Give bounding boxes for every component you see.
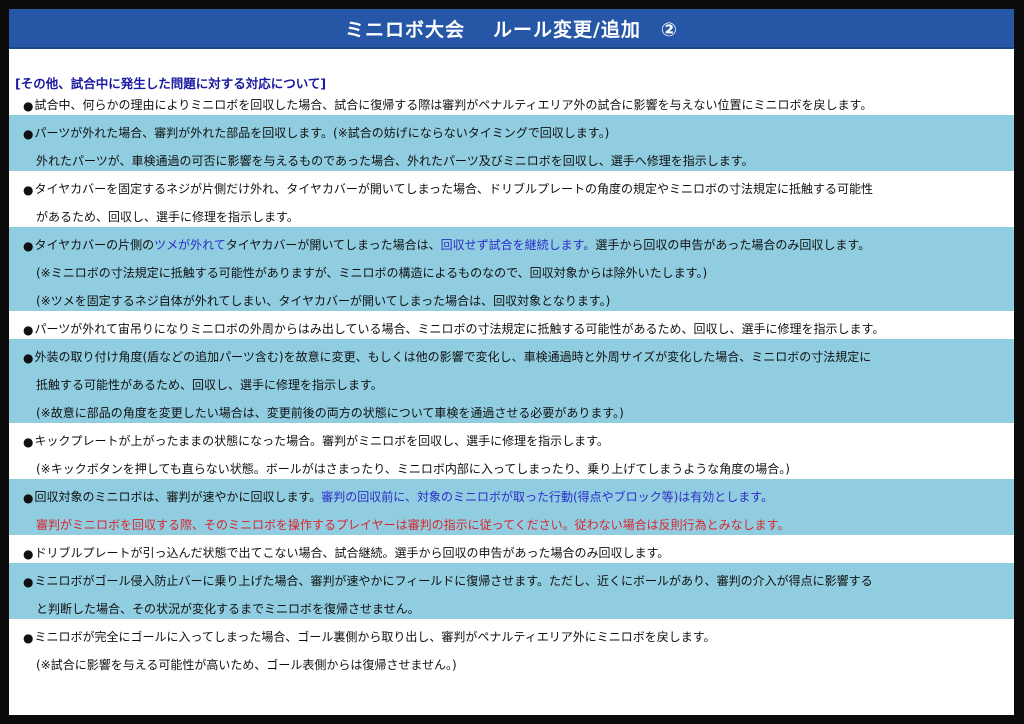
rule-note: (※ツメを固定するネジ自体が外れてしまい、タイヤカバーが開いてしまった場合は、回… <box>36 294 611 308</box>
rule-text: タイヤカバーを固定するネジが片側だけ外れ、タイヤカバーが開いてしまった場合、ドリ… <box>34 182 874 196</box>
rule-highlight: ツメが外れて <box>154 238 226 252</box>
rule-text: パーツが外れて宙吊りになりミニロボの外周からはみ出している場合、ミニロボの寸法規… <box>34 322 885 336</box>
bullet-icon: ● <box>23 183 34 197</box>
rule-item: ● 外装の取り付け角度(盾などの追加パーツ含む)を故意に変更、もしくは他の影響で変… <box>9 339 1014 423</box>
rule-item: ● 試合中、何らかの理由によりミニロボを回収した場合、試合に復帰する際は審判がペナ… <box>9 91 1014 115</box>
rule-note: (※試合に影響を与える可能性が高いため、ゴール表側からは復帰させません。) <box>36 658 457 672</box>
bullet-icon: ● <box>23 351 34 365</box>
rule-text: 抵触する可能性があるため、回収し、選手に修理を指示します。 <box>36 378 383 392</box>
rule-text: があるため、回収し、選手に修理を指示します。 <box>36 210 299 224</box>
rule-note: (※ミニロボの寸法規定に抵触する可能性がありますが、ミニロボの構造によるものなの… <box>36 266 708 280</box>
rule-item: ● キックプレートが上がったままの状態になった場合。審判がミニロボを回収し、選手に… <box>9 423 1014 479</box>
rule-item: ● パーツが外れて宙吊りになりミニロボの外周からはみ出している場合、ミニロボの寸法… <box>9 311 1014 339</box>
rule-text: パーツが外れた場合、審判が外れた部品を回収します。(※試合の妨げにならないタイミ… <box>34 126 610 140</box>
rule-text: 試合中、何らかの理由によりミニロボを回収した場合、試合に復帰する際は審判がペナル… <box>34 98 873 112</box>
rule-text: ドリブルプレートが引っ込んだ状態で出てこない場合、試合継続。選手から回収の申告が… <box>34 546 670 560</box>
rule-item: ● パーツが外れた場合、審判が外れた部品を回収します。(※試合の妨げにならないタイ… <box>9 115 1014 171</box>
bullet-icon: ● <box>23 491 34 505</box>
rule-text: ミニロボがゴール侵入防止バーに乗り上げた場合、審判が速やかにフィールドに復帰させ… <box>34 574 873 588</box>
rule-item: ● ミニロボが完全にゴールに入ってしまった場合、ゴール裏側から取り出し、審判がペナ… <box>9 619 1014 675</box>
rule-item: ● ミニロボがゴール侵入防止バーに乗り上げた場合、審判が速やかにフィールドに復帰さ… <box>9 563 1014 619</box>
bullet-icon: ● <box>23 239 34 253</box>
rule-text: ミニロボが完全にゴールに入ってしまった場合、ゴール裏側から取り出し、審判がペナル… <box>34 630 716 644</box>
rule-text: 選手から回収の申告があった場合のみ回収します。 <box>595 238 871 252</box>
rule-highlight: 回収せず試合を継続します。 <box>440 238 596 252</box>
rule-warning: 審判がミニロボを回収する際、そのミニロボを操作するプレイヤーは審判の指示に従って… <box>36 518 790 532</box>
bullet-icon: ● <box>23 547 34 561</box>
section-heading: [その他、試合中に発生した問題に対する対応について] <box>15 76 327 91</box>
page-subtitle: ルール変更/追加 ② <box>492 18 679 41</box>
rule-text: 外れたパーツが、車検通過の可否に影響を与えるものであった場合、外れたパーツ及びミ… <box>36 154 754 168</box>
rule-text: タイヤカバーが開いてしまった場合は、 <box>225 238 441 252</box>
bullet-icon: ● <box>23 435 34 449</box>
rule-item: ● ドリブルプレートが引っ込んだ状態で出てこない場合、試合継続。選手から回収の申告… <box>9 535 1014 563</box>
rules-page: ミニロボ大会 ルール変更/追加 ② [その他、試合中に発生した問題に対する対応に… <box>9 9 1014 715</box>
rule-note: (※故意に部品の角度を変更したい場合は、変更前後の両方の状態について車検を通過さ… <box>36 406 624 420</box>
rule-item: ● タイヤカバーの片側の ツメが外れて タイヤカバーが開いてしまった場合は、 回収せず試… <box>9 227 1014 311</box>
bullet-icon: ● <box>23 99 34 113</box>
rule-text: タイヤカバーの片側の <box>34 238 155 252</box>
bullet-icon: ● <box>23 127 34 141</box>
rule-item: ● タイヤカバーを固定するネジが片側だけ外れ、タイヤカバーが開いてしまった場合、ド… <box>9 171 1014 227</box>
bullet-icon: ● <box>23 575 34 589</box>
rule-note: (※キックボタンを押しても直らない状態。ボールがはさまったり、ミニロボ内部に入っ… <box>36 462 790 476</box>
bullet-icon: ● <box>23 631 34 645</box>
rule-highlight: 審判の回収前に、対象のミニロボが取った行動(得点やブロック等)は有効とします。 <box>321 490 774 504</box>
bullet-icon: ● <box>23 323 34 337</box>
rule-text: 外装の取り付け角度(盾などの追加パーツ含む)を故意に変更、もしくは他の影響で変化… <box>34 350 872 364</box>
title-bar: ミニロボ大会 ルール変更/追加 ② <box>9 9 1014 49</box>
page-title: ミニロボ大会 <box>344 18 465 41</box>
rule-item: ● 回収対象のミニロボは、審判が速やかに回収します。 審判の回収前に、対象のミニロボ… <box>9 479 1014 535</box>
rule-text: 回収対象のミニロボは、審判が速やかに回収します。 <box>34 490 322 504</box>
rule-text: と判断した場合、その状況が変化するまでミニロボを復帰させません。 <box>36 602 420 616</box>
rule-text: キックプレートが上がったままの状態になった場合。審判がミニロボを回収し、選手に修… <box>34 434 609 448</box>
